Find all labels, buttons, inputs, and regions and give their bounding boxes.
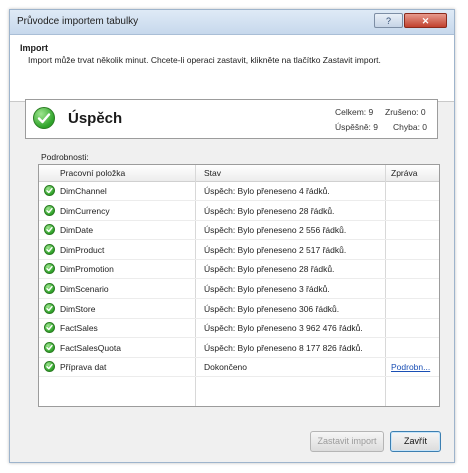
help-button[interactable]: ? xyxy=(374,13,403,28)
success-check-icon xyxy=(44,204,55,216)
success-check-icon xyxy=(44,185,55,196)
table-row[interactable]: FactSales Úspěch: Bylo přeneseno 3 962 47… xyxy=(39,319,439,339)
success-count: Úspěšně: 9 xyxy=(335,122,378,132)
success-check-icon xyxy=(33,107,55,129)
table-row[interactable]: DimDate Úspěch: Bylo přeneseno 2 556 řádk… xyxy=(39,221,439,241)
status-cell: Úspěch: Bylo přeneseno 28 řádků. xyxy=(204,264,335,275)
status-cell: Dokončeno xyxy=(204,362,248,373)
page-description: Import může trvat několik minut. Chcete-… xyxy=(28,55,381,65)
success-check-icon xyxy=(44,224,55,236)
status-cell: Úspěch: Bylo přeneseno 3 řádků. xyxy=(204,284,330,294)
success-check-icon xyxy=(44,341,55,353)
status-cell: Úspěch: Bylo přeneseno 4 řádků. xyxy=(204,186,330,196)
table-row[interactable]: DimStore Úspěch: Bylo přeneseno 306 řádků… xyxy=(39,300,439,319)
details-label: Podrobnosti: xyxy=(41,152,89,162)
status-cell: Úspěch: Bylo přeneseno 28 řádků. xyxy=(204,205,335,216)
table-row[interactable]: DimPromotion Úspěch: Bylo přeneseno 28 řá… xyxy=(39,260,439,280)
close-window-button[interactable]: ✕ xyxy=(404,13,447,28)
details-link[interactable]: Podrobn... xyxy=(391,362,430,372)
work-item-cell: DimStore xyxy=(60,303,96,314)
column-header-status[interactable]: Stav xyxy=(204,168,221,178)
work-item-cell: DimProduct xyxy=(60,244,105,255)
column-header-work-item[interactable]: Pracovní položka xyxy=(60,168,125,178)
work-item-cell: DimPromotion xyxy=(60,264,114,275)
table-row[interactable]: DimCurrency Úspěch: Bylo přeneseno 28 řád… xyxy=(39,202,439,221)
work-item-cell: FactSales xyxy=(60,323,98,334)
work-item-cell: DimScenario xyxy=(60,284,109,294)
status-cell: Úspěch: Bylo přeneseno 306 řádků. xyxy=(204,303,340,314)
status-summary-panel: Úspěch Celkem: 9 Zrušeno: 0 Úspěšně: 9 C… xyxy=(25,99,438,139)
success-check-icon xyxy=(44,243,55,255)
success-check-icon xyxy=(44,302,55,314)
success-check-icon xyxy=(44,322,55,334)
cancelled-count: Zrušeno: 0 xyxy=(385,107,426,117)
success-check-icon xyxy=(44,283,55,294)
page-title: Import xyxy=(20,43,48,53)
error-count: Chyba: 0 xyxy=(393,122,428,132)
status-cell: Úspěch: Bylo přeneseno 3 962 476 řádků. xyxy=(204,323,363,334)
table-row[interactable]: Příprava dat Dokončeno Podrobn... xyxy=(39,358,439,378)
work-item-cell: DimDate xyxy=(60,225,94,236)
status-cell: Úspěch: Bylo přeneseno 2 517 řádků. xyxy=(204,244,347,255)
table-row[interactable]: DimChannel Úspěch: Bylo přeneseno 4 řádků… xyxy=(39,182,439,201)
table-row[interactable]: FactSalesQuota Úspěch: Bylo přeneseno 8 1… xyxy=(39,339,439,358)
details-grid: Pracovní položka Stav Zpráva DimChannel Ú… xyxy=(38,164,440,407)
work-item-cell: DimCurrency xyxy=(60,205,110,216)
column-header-message[interactable]: Zpráva xyxy=(391,168,417,178)
work-item-cell: FactSalesQuota xyxy=(60,342,121,353)
stop-import-button[interactable]: Zastavit import xyxy=(310,431,384,452)
wizard-header: Import Import může trvat několik minut. … xyxy=(10,35,454,102)
status-cell: Úspěch: Bylo přeneseno 2 556 řádků. xyxy=(204,225,347,236)
status-text: Úspěch xyxy=(68,110,123,127)
table-row[interactable]: DimScenario Úspěch: Bylo přeneseno 3 řádk… xyxy=(39,280,439,299)
title-bar: Průvodce importem tabulky ? ✕ xyxy=(10,10,454,35)
work-item-cell: DimChannel xyxy=(60,186,107,196)
close-button[interactable]: Zavřít xyxy=(390,431,441,452)
work-item-cell: Příprava dat xyxy=(60,362,107,373)
table-row[interactable]: DimProduct Úspěch: Bylo přeneseno 2 517 ř… xyxy=(39,241,439,260)
success-check-icon xyxy=(44,361,55,373)
window-title: Průvodce importem tabulky xyxy=(17,16,139,27)
status-cell: Úspěch: Bylo přeneseno 8 177 826 řádků. xyxy=(204,342,363,353)
grid-header: Pracovní položka Stav Zpráva xyxy=(39,165,439,182)
total-count: Celkem: 9 xyxy=(335,107,374,117)
success-check-icon xyxy=(44,263,55,275)
